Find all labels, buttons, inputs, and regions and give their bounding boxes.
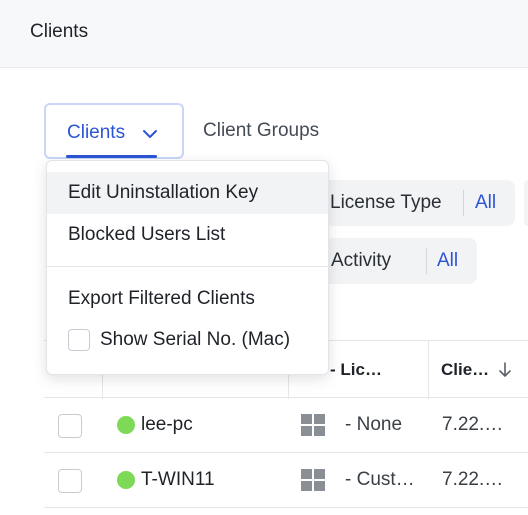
license-cell: - Cust…	[345, 469, 415, 490]
menu-item-blocked-users-list[interactable]: Blocked Users List	[47, 214, 328, 256]
column-divider	[428, 341, 429, 399]
online-status-dot	[117, 416, 135, 434]
tab-client-groups[interactable]: Client Groups	[203, 120, 319, 142]
license-type-filter[interactable]: License Type All	[300, 180, 515, 226]
menu-item-edit-uninstallation-key[interactable]: Edit Uninstallation Key	[47, 172, 328, 214]
show-serial-label: Show Serial No. (Mac)	[100, 329, 291, 350]
license-type-filter-label: License Type	[330, 192, 442, 213]
client-version-column-header[interactable]: Clie…	[441, 360, 489, 380]
license-column-header[interactable]: - Lic…	[330, 360, 382, 380]
menu-item-show-serial-no[interactable]: Show Serial No. (Mac)	[47, 319, 328, 361]
tab-clients-label: Clients	[67, 122, 126, 143]
client-name[interactable]: T-WIN11	[141, 469, 215, 491]
client-name[interactable]: lee-pc	[141, 414, 193, 436]
next-filter-pill-edge	[524, 180, 528, 226]
client-version-cell: 7.22.…	[442, 469, 504, 490]
filter-divider	[426, 248, 427, 274]
client-version-cell: 7.22.…	[442, 414, 504, 435]
menu-item-export-filtered-clients[interactable]: Export Filtered Clients	[47, 278, 328, 320]
clients-dropdown-menu: Edit Uninstallation Key Blocked Users Li…	[46, 160, 329, 375]
row-checkbox[interactable]	[58, 414, 82, 438]
license-type-filter-value[interactable]: All	[475, 192, 496, 214]
page-title: Clients	[30, 21, 89, 42]
windows-icon	[301, 414, 325, 436]
last-activity-filter-value[interactable]: All	[437, 250, 458, 272]
row-checkbox[interactable]	[58, 469, 82, 493]
table-row[interactable]: lee-pc - None 7.22.…	[44, 398, 528, 453]
show-serial-checkbox[interactable]	[68, 329, 90, 351]
license-cell: - None	[345, 414, 403, 435]
online-status-dot	[117, 471, 135, 489]
filter-divider	[463, 190, 464, 216]
active-tab-indicator	[66, 155, 157, 158]
chevron-down-icon	[143, 130, 157, 138]
tab-clients[interactable]: Clients	[44, 103, 184, 159]
table-row[interactable]: T-WIN11 - Cust… 7.22.…	[44, 453, 528, 508]
windows-icon	[301, 469, 325, 491]
sort-arrow-down-icon[interactable]	[498, 361, 512, 379]
page-header: Clients	[0, 0, 528, 68]
menu-divider	[47, 266, 328, 267]
